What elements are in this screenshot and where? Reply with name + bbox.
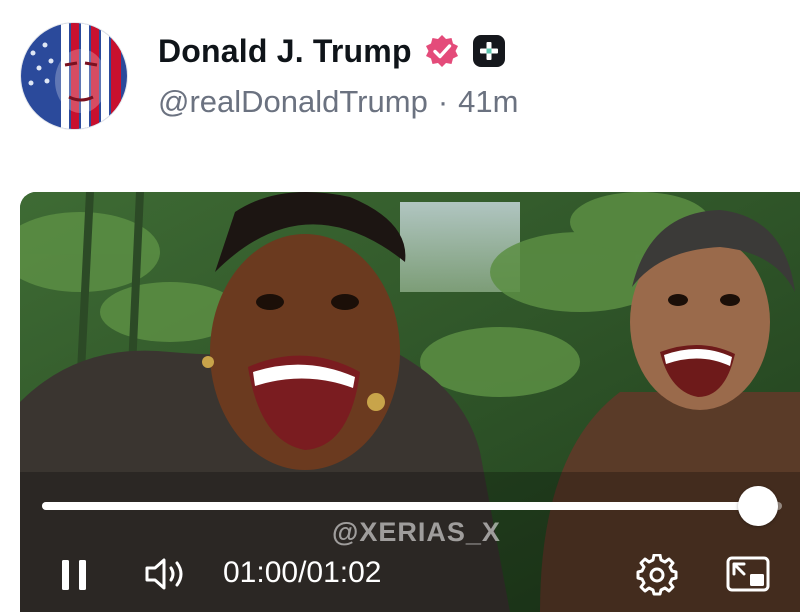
picture-in-picture-icon[interactable] [726,556,770,592]
author-row: Donald J. Trump [158,26,506,76]
handle-row: @realDonaldTrump · 41m [158,84,518,120]
avatar-image [21,23,127,129]
plus-badge-icon[interactable] [472,34,506,68]
verified-badge-icon[interactable] [424,33,460,69]
pause-button[interactable] [60,560,88,590]
video-frame [20,192,800,612]
time-divider: / [298,556,307,589]
handle[interactable]: @realDonaldTrump [158,84,428,120]
pause-icon [62,560,69,590]
display-name[interactable]: Donald J. Trump [158,33,412,70]
duration: 01:02 [306,556,382,589]
time-display: 01:00 / 01:02 [223,556,382,590]
timestamp[interactable]: 41m [458,84,518,120]
watermark: @XERIAS_X [332,517,501,547]
avatar[interactable] [20,22,128,130]
current-time: 01:00 [223,556,299,589]
separator: · [437,84,449,119]
progress-bar[interactable] [42,486,782,526]
video-player[interactable]: @XERIAS_X 01:00 / 01:02 [20,192,800,612]
volume-icon[interactable] [144,556,188,592]
progress-fill [42,502,759,510]
